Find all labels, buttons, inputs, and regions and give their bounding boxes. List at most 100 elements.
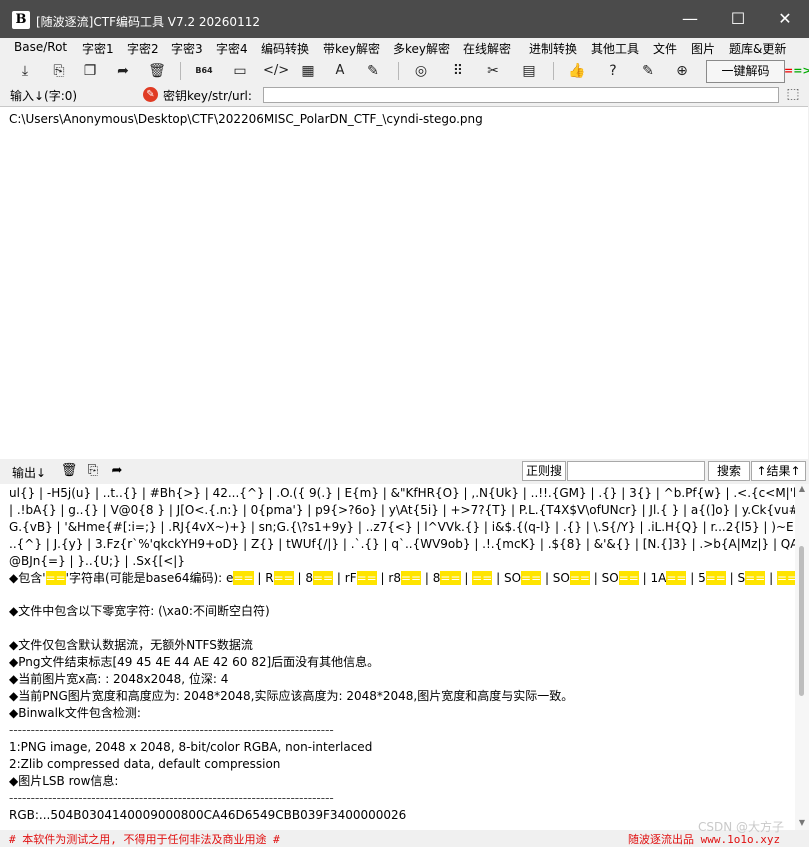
one-click-decode-button[interactable]: 一键解码 (706, 60, 785, 83)
base-convert-icon[interactable]: B64 (193, 61, 215, 81)
output-line: | .!bA{} | g..{} | V@0{8 } | J[O<.{.n:} … (9, 503, 795, 517)
output-line: G.{vB} | '&Hme{#[:i=;} | .RJ{4vX~)+} | s… (9, 520, 795, 534)
share-icon[interactable]: ➦ (112, 61, 134, 81)
b64-separator: | (253, 571, 266, 585)
close-button[interactable]: ✕ (762, 0, 808, 38)
b64-candidate-text: r8 (388, 571, 401, 585)
result-button[interactable]: ↑结果↑ (751, 461, 806, 481)
input-label: 输入↓(字:0) (10, 89, 78, 103)
scroll-down-icon[interactable]: ▼ (797, 818, 807, 828)
output-line: ◆当前PNG图片宽度和高度应为: 2048*2048,实际应该高度为: 2048… (9, 689, 574, 703)
upload-icon[interactable]: ⊕ (671, 61, 693, 81)
toolbar-divider (553, 62, 554, 80)
search-button[interactable]: 搜索 (708, 461, 750, 481)
highlight-equals: == (472, 571, 493, 585)
toolbar: ⤓ ⎘ ❐ ➦ 🗑 B64 ▭ </> ▦ A ✎ ◎ ⠿ ✂ ▤ 👍 ? ✎ … (0, 58, 809, 84)
menu-base-rot[interactable]: Base/Rot (14, 40, 67, 54)
font-icon[interactable]: A (329, 61, 351, 81)
menu-multi-key-decrypt[interactable]: 多key解密 (393, 40, 450, 57)
output-label: 输出↓ (12, 466, 47, 480)
terminal-icon[interactable]: ▭ (229, 61, 251, 81)
document-icon[interactable]: ▤ (518, 61, 540, 81)
b64-candidate-text: SO (503, 571, 522, 585)
b64-candidate-text: 1A (650, 571, 667, 585)
menu-base-convert[interactable]: 进制转换 (529, 40, 577, 57)
highlight-equals: == (776, 571, 795, 585)
share-icon[interactable]: ➦ (108, 462, 126, 480)
b64-separator: | (333, 571, 345, 585)
trash-icon[interactable]: 🗑 (146, 61, 168, 81)
b64-candidate-text: 8 (305, 571, 313, 585)
menu-cipher3[interactable]: 字密3 (171, 40, 203, 57)
output-line: ◆文件仅包含默认数据流，无额外NTFS数据流 (9, 638, 253, 652)
tools-icon[interactable]: ✂ (482, 61, 504, 81)
key-icon: ✎ (143, 87, 158, 102)
b64-separator: | (686, 571, 699, 585)
title-bar: B [随波逐流]CTF编码工具 V7.2 20260112 — ☐ ✕ (0, 0, 809, 38)
b64-candidate-text: S (737, 571, 746, 585)
menu-key-decrypt[interactable]: 带key解密 (323, 40, 380, 57)
output-line: @BJn{=} | }..{U;} | .Sx{[<|} (9, 554, 185, 568)
copy-pages-icon[interactable]: ❐ (79, 61, 101, 81)
input-textarea[interactable]: C:\Users\Anonymous\Desktop\CTF\202206MIS… (0, 106, 808, 459)
arrow-green-label: = (784, 64, 794, 77)
grid-icon[interactable]: ⠿ (447, 61, 469, 81)
b64-separator: | (460, 571, 473, 585)
divider-line: ----------------------------------------… (9, 791, 334, 805)
edit-box-icon[interactable]: ✎ (362, 61, 384, 81)
highlight-equals: == (312, 571, 334, 585)
b64-separator: | (638, 571, 651, 585)
scroll-up-icon[interactable]: ▲ (797, 484, 807, 494)
b64-separator: | (293, 571, 306, 585)
output-line: 2:Zlib compressed data, default compress… (9, 757, 281, 771)
code-icon[interactable]: </> (263, 61, 289, 81)
menu-other-tools[interactable]: 其他工具 (591, 40, 639, 57)
trash-icon[interactable]: 🗑 (60, 462, 78, 480)
output-scrollbar[interactable]: ▲ ▼ (795, 484, 809, 830)
output-line: 1:PNG image, 2048 x 2048, 8-bit/color RG… (9, 740, 373, 754)
output-line: ◆文件中包含以下零宽字符: (\xa0:不间断空白符) (9, 604, 270, 618)
output-textarea[interactable]: ul{} | -H5j(u} | ..t..{} | #Bh{>} | 42..… (0, 484, 795, 830)
copy-icon[interactable]: ⎘ (48, 61, 70, 81)
menu-encoding-convert[interactable]: 编码转换 (261, 40, 309, 57)
help-icon[interactable]: ? (602, 61, 624, 81)
menu-library-update[interactable]: 题库&更新 (729, 40, 786, 57)
regex-search-button[interactable]: 正则搜 (522, 461, 566, 481)
watermark: CSDN @大方子 (698, 820, 785, 834)
calculator-icon[interactable]: ▦ (297, 61, 319, 81)
menu-cipher1[interactable]: 字密1 (82, 40, 114, 57)
copy-icon[interactable]: ⎘ (84, 462, 102, 480)
menu-cipher4[interactable]: 字密4 (216, 40, 248, 57)
pencil-icon[interactable]: ✎ (637, 61, 659, 81)
key-input[interactable] (263, 87, 779, 103)
cursor-select-icon[interactable]: ⬚ (784, 86, 802, 104)
b64-separator: | (421, 571, 433, 585)
menu-online-decrypt[interactable]: 在线解密 (463, 40, 511, 57)
menu-cipher2[interactable]: 字密2 (127, 40, 159, 57)
output-line: ◆当前图片宽x高: : 2048x2048, 位深: 4 (9, 672, 229, 686)
b64-candidate-text: SO (552, 571, 570, 585)
minimize-button[interactable]: — (667, 0, 713, 38)
menu-file[interactable]: 文件 (653, 40, 677, 57)
b64-candidate-text: SO (601, 571, 619, 585)
output-line: ..{^} | J.{y} | 3.Fz{r`%'qkckYH9+oD} | Z… (9, 537, 795, 551)
toolbar-divider (180, 62, 181, 80)
thumbs-up-icon[interactable]: 👍 (566, 61, 588, 81)
maximize-button[interactable]: ☐ (715, 0, 761, 38)
b64-description: '字符串(可能是base64编码): (65, 571, 227, 585)
app-logo-icon: B (12, 11, 30, 29)
regex-search-input[interactable] (567, 461, 705, 481)
b64-separator: | (541, 571, 553, 585)
output-line: ◆图片LSB row信息: (9, 774, 119, 788)
base64-candidates: e== | R== | 8== | rF== | r8== | 8== | ==… (226, 571, 795, 585)
b64-separator: | (765, 571, 777, 585)
highlight-equals: == (356, 571, 377, 585)
import-icon[interactable]: ⤓ (14, 61, 36, 81)
scrollbar-thumb[interactable] (799, 546, 804, 696)
menu-image[interactable]: 图片 (691, 40, 715, 57)
globe-icon[interactable]: ◎ (410, 61, 432, 81)
highlight-equals: == (666, 571, 687, 585)
arrow-red-label: => (793, 64, 809, 77)
menu-bar: Base/Rot 字密1 字密2 字密3 字密4 编码转换 带key解密 多ke… (0, 38, 809, 58)
send-arrow-button[interactable]: ==> (784, 61, 809, 81)
